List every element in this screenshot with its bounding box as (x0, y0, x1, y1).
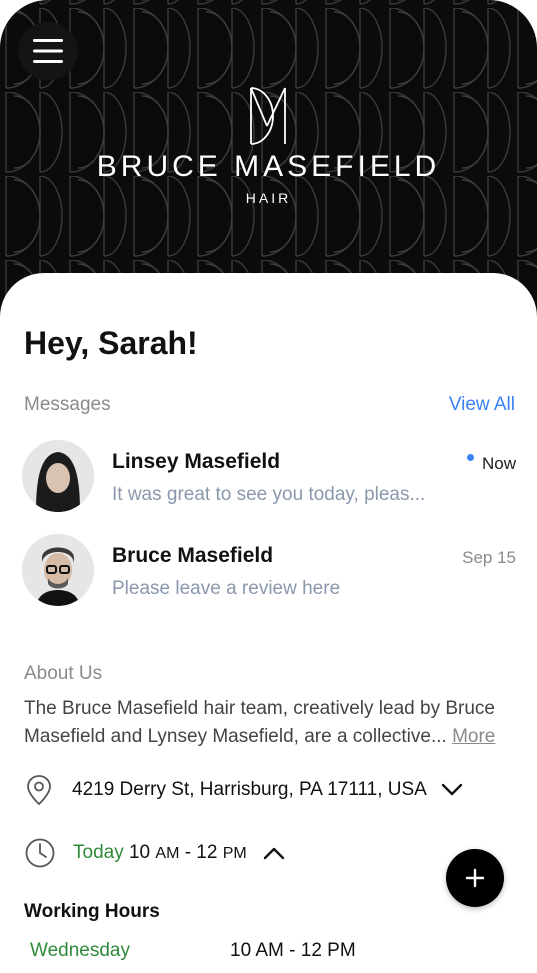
today-label: Today (73, 842, 124, 863)
avatar-woman-icon (22, 440, 94, 512)
location-row[interactable]: 4219 Derry St, Harrisburg, PA 17111, USA (24, 774, 463, 806)
message-item[interactable]: Linsey Masefield It was great to see you… (22, 440, 516, 516)
message-sender-name: Bruce Masefield (112, 544, 274, 567)
brand-block: BRUCE MASEFIELD HAIR (0, 86, 537, 206)
today-open-time: 10 (128, 842, 151, 863)
brand-logo-icon (249, 87, 286, 145)
message-preview: It was great to see you today, pleas... (112, 484, 426, 505)
message-item[interactable]: Bruce Masefield Please leave a review he… (22, 534, 516, 610)
about-us-text: The Bruce Masefield hair team, creativel… (24, 695, 516, 751)
today-separator: - (184, 842, 192, 863)
greeting-title: Hey, Sarah! (24, 325, 198, 361)
more-link[interactable]: More (452, 726, 495, 747)
plus-icon (465, 868, 485, 888)
about-us-body: The Bruce Masefield hair team, creativel… (24, 698, 495, 747)
address-text: 4219 Derry St, Harrisburg, PA 17111, USA (72, 779, 427, 800)
avatar (22, 534, 94, 606)
message-time: Sep 15 (462, 548, 516, 567)
messages-label: Messages (24, 394, 111, 415)
today-close-suffix: PM (222, 845, 247, 862)
avatar-man-icon (22, 534, 94, 606)
about-us-label: About Us (24, 663, 103, 684)
working-hours-title: Working Hours (24, 901, 160, 922)
clock-icon (25, 838, 55, 868)
message-sender-name: Linsey Masefield (112, 450, 281, 473)
brand-name: BRUCE MASEFIELD (96, 150, 441, 183)
working-hours-row: Wednesday 10 AM - 12 PM (30, 940, 510, 962)
brand-subtitle: HAIR (245, 190, 292, 206)
message-time: Now (481, 454, 516, 473)
menu-button[interactable] (18, 22, 78, 80)
location-pin-icon (27, 775, 51, 806)
today-hours: Today 10 AM - 12 PM (73, 842, 247, 864)
today-close-time: 12 (196, 842, 218, 863)
hamburger-menu-icon (33, 39, 63, 63)
chevron-down-icon[interactable] (441, 783, 463, 797)
unread-indicator (467, 454, 474, 461)
avatar (22, 440, 94, 512)
message-preview: Please leave a review here (112, 578, 341, 599)
today-open-suffix: AM (155, 845, 180, 862)
view-all-link[interactable]: View All (449, 394, 515, 416)
chevron-up-icon[interactable] (263, 846, 285, 860)
working-hours-time: 10 AM - 12 PM (230, 940, 356, 961)
add-button[interactable] (446, 849, 504, 907)
hours-row[interactable]: Today 10 AM - 12 PM (24, 837, 285, 869)
working-hours-day: Wednesday (30, 940, 130, 961)
